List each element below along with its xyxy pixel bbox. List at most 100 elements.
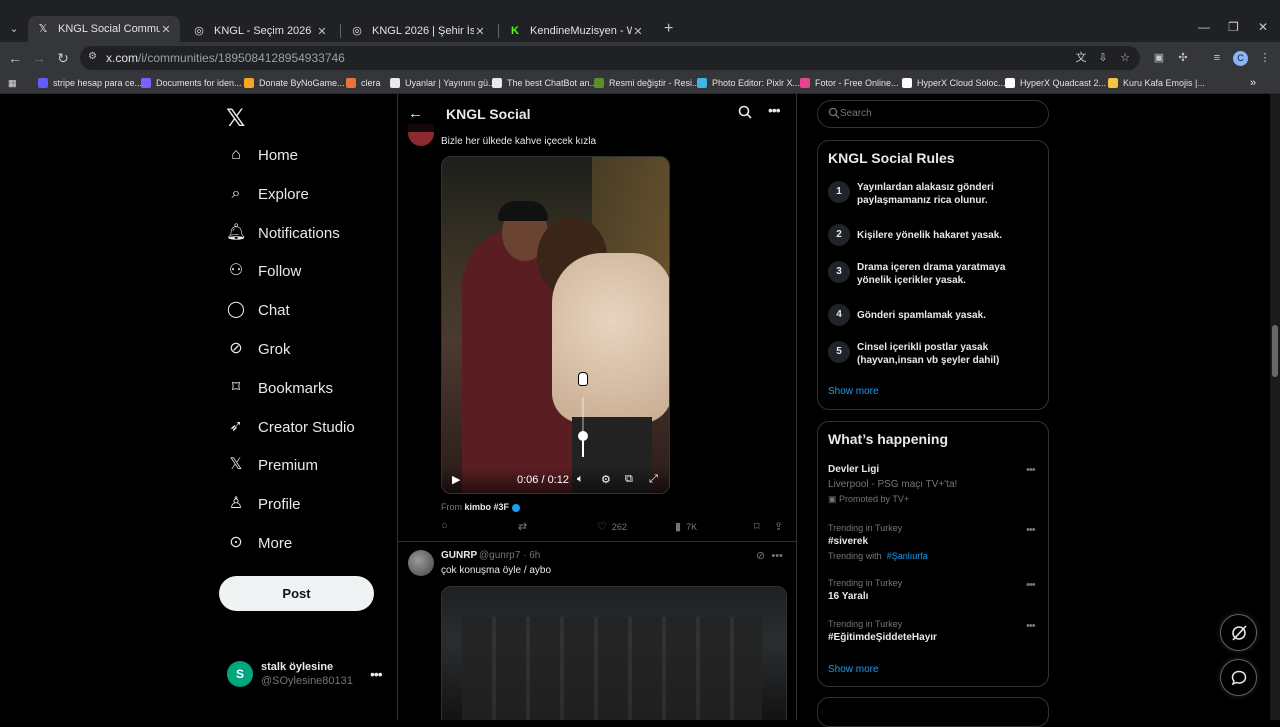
trend-more-icon[interactable]: ••• [1026, 464, 1036, 476]
reload-button[interactable]: ↻ [55, 50, 71, 66]
more-options-icon[interactable]: ••• [771, 550, 783, 562]
search-icon[interactable] [738, 105, 752, 119]
profile-avatar[interactable]: C [1233, 51, 1248, 66]
happening-show-more-link[interactable]: Show more [828, 664, 879, 675]
more-bookmarks-icon[interactable]: » [1250, 76, 1256, 90]
nav-item-more[interactable]: ⊙ More [226, 529, 292, 557]
extension-icon[interactable]: ▣ [1152, 51, 1166, 65]
nav-item-bookmarks[interactable]: ⌑ Bookmarks [226, 374, 333, 402]
trend-title[interactable]: Devler Ligi [828, 464, 879, 475]
rule-number: 5 [828, 341, 850, 363]
browser-menu-icon[interactable]: ⋮ [1258, 51, 1272, 65]
views-button[interactable]: ▮ 7K [675, 520, 697, 533]
grok-floating-button[interactable] [1220, 614, 1257, 651]
nav-item-notifications[interactable]: 🔔︎ Notifications [226, 219, 340, 247]
nav-item-home[interactable]: ⌂ Home [226, 141, 298, 169]
media-controls-icon[interactable]: ≡ [1210, 51, 1224, 65]
trend-title[interactable]: #siverek [828, 536, 868, 547]
nav-item-explore[interactable]: ⌕ Explore [226, 180, 309, 208]
account-handle[interactable]: @SOylesine80131 [261, 675, 353, 687]
post-button[interactable]: Post [219, 576, 374, 611]
back-arrow-icon[interactable]: ← [408, 105, 423, 122]
url-text[interactable]: x.com/i/communities/1895084128954933746 [106, 51, 345, 65]
back-button[interactable]: ← [7, 50, 23, 66]
tab-search-button[interactable]: ⌄ [6, 21, 22, 37]
trend-subtitle[interactable]: Liverpool - PSG maçı TV+'ta! [828, 479, 957, 490]
post-time[interactable]: 6h [529, 550, 540, 561]
bookmark-item[interactable]: HyperX Quadcast 2... [1005, 76, 1106, 90]
nav-item-chat[interactable]: ◯ Chat [226, 296, 290, 324]
reply-button[interactable]: ○ [441, 520, 453, 532]
play-icon[interactable]: ▶ [452, 473, 460, 486]
extensions-puzzle-icon[interactable]: ✣ [1176, 51, 1190, 65]
messages-floating-button[interactable] [1220, 659, 1257, 696]
apps-grid-icon[interactable]: ▦ [8, 76, 17, 90]
nav-item-premium[interactable]: 𝕏 Premium [226, 451, 318, 479]
bookmark-label: Photo Editor: Pixlr X... [712, 78, 801, 88]
close-window-button[interactable]: ✕ [1258, 20, 1268, 34]
author-name[interactable]: GUNRP [441, 550, 477, 561]
account-more-icon[interactable]: ••• [370, 666, 383, 682]
new-tab-button[interactable]: + [664, 20, 678, 38]
fullscreen-icon[interactable]: ⤢ [649, 473, 658, 486]
forward-button[interactable]: → [31, 50, 47, 66]
trend-with-tag[interactable]: #Şanlıurfa [887, 551, 928, 561]
bookmark-item[interactable]: Resmi değiştir - Resi... [594, 76, 700, 90]
nav-item-creator-studio[interactable]: ➶ Creator Studio [226, 413, 354, 441]
bookmark-item[interactable]: Donate ByNoGame... [244, 76, 345, 90]
bookmark-item[interactable]: Photo Editor: Pixlr X... [697, 76, 800, 90]
share-button[interactable]: ⇪ [774, 520, 788, 533]
settings-gear-icon[interactable]: ⚙ [601, 473, 611, 486]
tab-secim-2026[interactable]: ◎ KNGL - Seçim 2026 ✕ [184, 20, 336, 42]
volume-icon[interactable]: 🔈︎ [577, 473, 584, 486]
nav-item-follow[interactable]: ⚇ Follow [226, 257, 302, 285]
bookmark-item[interactable]: Kuru Kafa Emojis |... [1108, 76, 1205, 90]
repost-button[interactable]: ⇄ [518, 520, 532, 533]
avatar[interactable] [408, 550, 434, 576]
trend-more-icon[interactable]: ••• [1026, 524, 1036, 536]
bookmark-item[interactable]: Fotor - Free Online... [800, 76, 899, 90]
bookmark-item[interactable]: stripe hesap para ce... [38, 76, 142, 90]
page-scrollbar[interactable] [1270, 94, 1280, 720]
grok-icon[interactable]: ⊘ [756, 550, 765, 562]
tab-kngl-community[interactable]: 𝕏 KNGL Social Community / X ✕ [28, 16, 180, 42]
tab-kendinemuzisyen[interactable]: K KendineMuzisyen - Watch clips ✕ [500, 20, 652, 42]
like-button[interactable]: ♡ 262 [597, 520, 627, 533]
site-info-icon[interactable]: ⚙ [88, 51, 97, 62]
x-logo-icon[interactable]: 𝕏 [226, 104, 245, 132]
minimize-button[interactable]: — [1198, 20, 1210, 34]
trend-more-icon[interactable]: ••• [1026, 620, 1036, 632]
install-app-icon[interactable]: ⇩ [1096, 51, 1110, 65]
bookmark-button[interactable]: ⌑ [754, 520, 765, 533]
nav-item-profile[interactable]: ♙ Profile [226, 490, 301, 518]
account-name[interactable]: stalk öylesine [261, 661, 333, 673]
bookmark-item[interactable]: The best ChatBot an... [492, 76, 597, 90]
trend-more-icon[interactable]: ••• [1026, 579, 1036, 591]
bookmark-item[interactable]: Documents for iden... [141, 76, 242, 90]
bookmark-star-icon[interactable]: ☆ [1118, 51, 1132, 65]
bookmark-item[interactable]: clera [346, 76, 381, 90]
search-input[interactable]: Search [817, 100, 1049, 128]
post-media[interactable] [441, 586, 787, 720]
trend-title[interactable]: #EğitimdeŞiddeteHayır [828, 632, 937, 643]
rules-show-more-link[interactable]: Show more [828, 386, 879, 397]
author-handle[interactable]: @gunrp7 [479, 550, 520, 561]
nav-item-grok[interactable]: ⊘ Grok [226, 335, 290, 363]
scrollbar-thumb[interactable] [1272, 325, 1278, 377]
close-tab-icon[interactable]: ✕ [632, 25, 644, 38]
bookmark-item[interactable]: Uyanlar | Yayınını gü... [390, 76, 496, 90]
close-tab-icon[interactable]: ✕ [474, 25, 486, 38]
restore-button[interactable]: ❐ [1228, 20, 1239, 34]
bookmark-item[interactable]: HyperX Cloud Soloc... [902, 76, 1006, 90]
translate-icon[interactable]: 文 [1074, 51, 1088, 65]
more-options-icon[interactable]: ••• [768, 102, 781, 118]
close-tab-icon[interactable]: ✕ [160, 23, 172, 36]
account-avatar[interactable]: S [227, 661, 253, 687]
trend-title[interactable]: 16 Yaralı [828, 591, 868, 602]
tab-sehir-istatistikleri[interactable]: ◎ KNGL 2026 | Şehir İstatistikleri ✕ [342, 20, 494, 42]
volume-slider-handle[interactable] [578, 431, 588, 441]
close-tab-icon[interactable]: ✕ [316, 25, 328, 38]
source-name[interactable]: kimbo #3F [465, 502, 510, 512]
picture-in-picture-icon[interactable]: ⧉ [625, 473, 633, 486]
video-player[interactable]: ▶ 0:06 / 0:12 🔈︎ ⚙ ⧉ ⤢ [441, 156, 670, 494]
